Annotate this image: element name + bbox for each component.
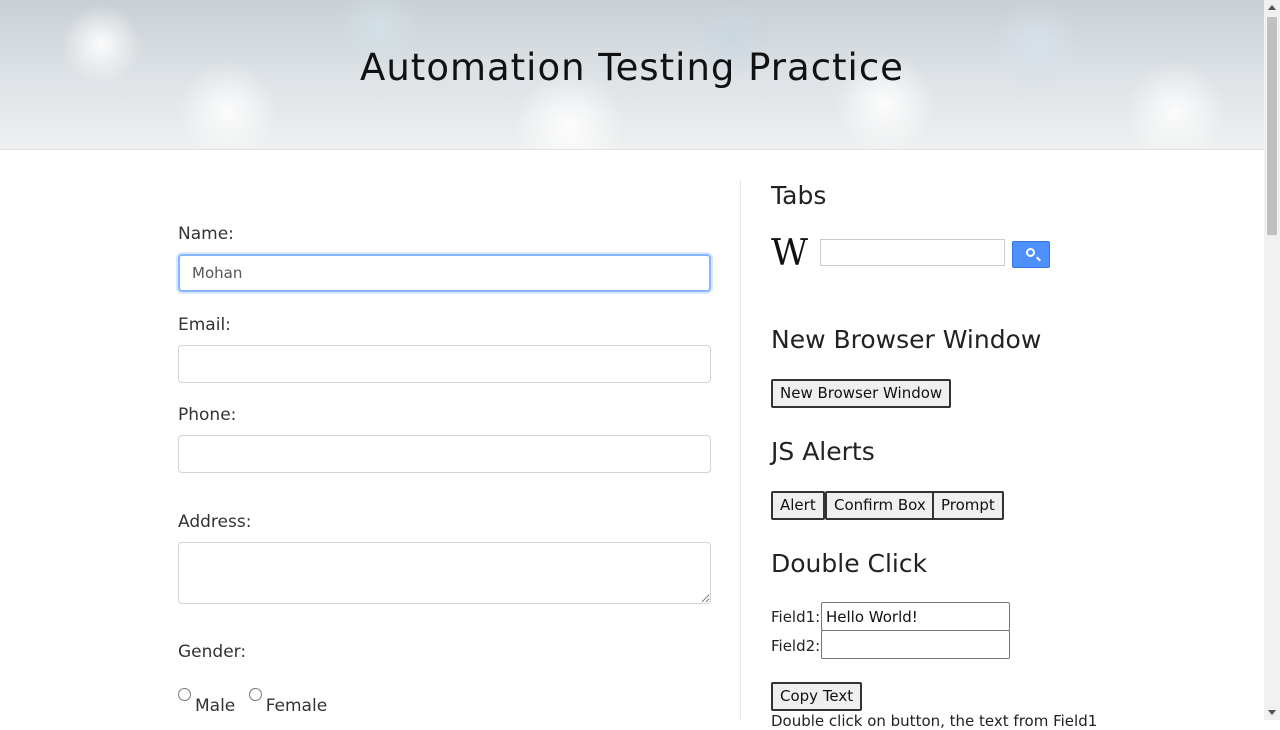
gender-female-radio[interactable] xyxy=(248,688,262,701)
email-label: Email: xyxy=(178,315,231,335)
field1-label: Field1: xyxy=(771,608,821,626)
address-label: Address: xyxy=(178,512,252,532)
gender-male-radio[interactable] xyxy=(178,688,191,701)
double-click-note: Double click on button, the text from Fi… xyxy=(771,712,1098,730)
email-input[interactable] xyxy=(178,345,711,383)
address-textarea[interactable] xyxy=(178,542,711,604)
scroll-up-icon[interactable] xyxy=(1268,5,1276,10)
header-banner: Automation Testing Practice xyxy=(0,0,1264,150)
new-browser-window-heading: New Browser Window xyxy=(771,325,1042,354)
name-input[interactable] xyxy=(178,254,711,292)
field2-input[interactable] xyxy=(821,630,1010,659)
phone-label: Phone: xyxy=(178,405,237,425)
copy-text-button[interactable]: Copy Text xyxy=(771,682,863,711)
confirm-box-button[interactable]: Confirm Box xyxy=(825,491,935,520)
gender-male-label: Male xyxy=(195,696,236,716)
js-alerts-heading: JS Alerts xyxy=(771,437,875,466)
gender-options: Male Female xyxy=(178,686,335,716)
field1-input[interactable] xyxy=(821,602,1010,631)
name-label: Name: xyxy=(178,224,234,244)
wikipedia-search-button[interactable] xyxy=(1012,241,1050,268)
gender-female-label: Female xyxy=(265,696,328,716)
search-icon xyxy=(1026,248,1035,257)
phone-input[interactable] xyxy=(178,435,711,473)
gender-label: Gender: xyxy=(178,642,247,662)
column-divider xyxy=(740,180,741,720)
double-click-heading: Double Click xyxy=(771,549,928,578)
scrollbar-thumb[interactable] xyxy=(1267,17,1277,235)
wikipedia-logo-icon: W xyxy=(771,233,809,274)
tabs-heading: Tabs xyxy=(771,181,827,210)
page-title: Automation Testing Practice xyxy=(360,46,904,89)
alert-button[interactable]: Alert xyxy=(771,491,825,520)
field2-label: Field2: xyxy=(771,637,821,655)
scroll-down-icon[interactable] xyxy=(1268,710,1276,715)
new-browser-window-button[interactable]: New Browser Window xyxy=(771,379,952,408)
vertical-scrollbar[interactable] xyxy=(1264,0,1280,720)
wikipedia-search-input[interactable] xyxy=(820,239,1005,266)
prompt-button[interactable]: Prompt xyxy=(932,491,1004,520)
